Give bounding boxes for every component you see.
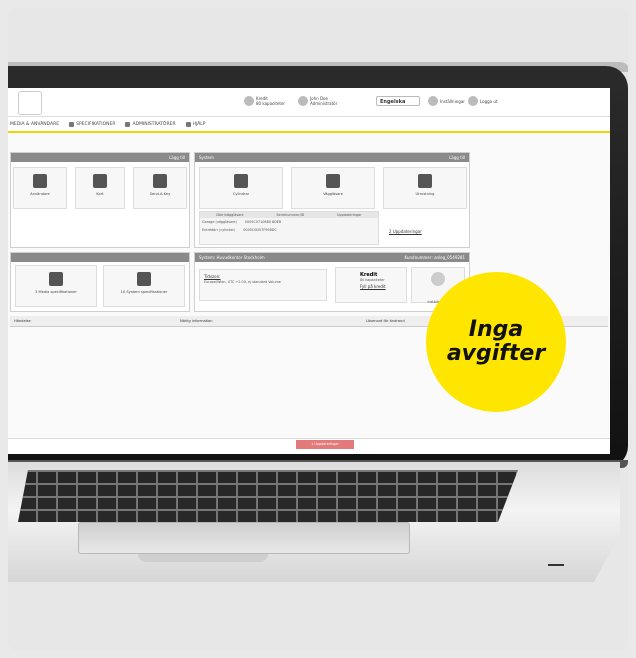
badge-line-2: avgifter (446, 341, 546, 366)
main-menu: MEDIA & ANVÄNDARE SPECIFIKATIONER ADMINI… (8, 117, 610, 133)
tile-system-specs[interactable]: 10 System specifikationer (103, 265, 185, 307)
system-panel-header: System Lägg till (195, 153, 469, 162)
media-panel: Lägg till Användare Kort Send-A-Key (10, 152, 190, 248)
timezone-link[interactable]: Tidszon: (204, 274, 322, 279)
help-icon (185, 121, 191, 127)
trackpad (78, 522, 410, 554)
menu-media-users[interactable]: MEDIA & ANVÄNDARE (10, 122, 59, 127)
wall-reader-icon (326, 174, 340, 188)
credit-box: Kredit 80 kapaciteter Fyll på kredit (335, 267, 407, 303)
app-logo (18, 91, 42, 115)
tile-cards[interactable]: Kort (75, 167, 125, 209)
phone-icon (49, 272, 63, 286)
document-icon (137, 272, 151, 286)
card-icon (93, 174, 107, 188)
key-icon (153, 174, 167, 188)
equipment-icon (418, 174, 432, 188)
updates-link[interactable]: 2 Uppdateringar (389, 229, 422, 234)
logout-icon (468, 96, 478, 106)
lid-notch (138, 554, 268, 562)
timezone-box: Tidszon: Europe/Wien, UTC +2.00, ej stan… (199, 269, 327, 301)
system-add-button[interactable]: Lägg till (449, 153, 465, 162)
no-fees-badge: Inga avgifter (426, 272, 566, 412)
settings-link[interactable]: Inställningar (428, 96, 465, 106)
admin-icon (125, 121, 131, 127)
tile-users[interactable]: Användare (13, 167, 67, 209)
tile-media-specs[interactable]: 3 Media specifikationer (15, 265, 97, 307)
tile-cylinders[interactable]: Cylindrar (199, 167, 283, 209)
spec-panel: 3 Media specifikationer 10 System specif… (10, 252, 190, 312)
credit-sub: 80 kapaciteter (256, 101, 286, 106)
menu-specifications[interactable]: SPECIFIKATIONER (69, 121, 115, 127)
tile-equipment[interactable]: Utrustning (383, 167, 467, 209)
system-panel: System Lägg till Cylindrar Väggläsare Utr… (194, 152, 470, 248)
table-row[interactable]: Entrédörr (cylinder) 0005C0D57F998DC (200, 226, 378, 234)
user-icon (298, 96, 308, 106)
updates-button[interactable]: 1 Uppdateringar (296, 440, 354, 449)
tile-send-a-key[interactable]: Send-A-Key (133, 167, 187, 209)
status-led (548, 564, 564, 566)
badge-line-1: Inga (468, 317, 524, 342)
spec-panel-header (11, 253, 189, 262)
logout-link[interactable]: Logga ut (468, 96, 498, 106)
timezone-value: Europe/Wien, UTC +2.00, ej standard Volu… (204, 280, 281, 284)
gear-icon (428, 96, 438, 106)
refill-credit-link[interactable]: Fyll på kredit (360, 284, 406, 289)
app-topbar: Kredit 80 kapaciteter John Doe Administr… (8, 88, 610, 117)
credit-icon (244, 96, 254, 106)
product-card: Kredit 80 kapaciteter John Doe Administr… (8, 8, 628, 650)
credit-indicator[interactable]: Kredit 80 kapaciteter (244, 96, 285, 106)
menu-help[interactable]: HJÄLP (185, 121, 206, 127)
keyboard-rows (18, 470, 518, 522)
gear-icon (431, 272, 445, 286)
system-info-panel: System: Huvudkontor Stockholm Kundnummer:… (194, 252, 470, 312)
media-panel-header: Lägg till (11, 153, 189, 162)
language-select[interactable]: Engelska (376, 96, 420, 106)
system-info-header: System: Huvudkontor Stockholm Kundnummer:… (195, 253, 469, 262)
media-add-button[interactable]: Lägg till (169, 153, 185, 162)
phone-icon (33, 174, 47, 188)
document-icon (69, 121, 75, 127)
user-role: Administratör (310, 101, 338, 106)
door-table: Dörr/väggläsare Serienummer/ID Uppdateri… (199, 211, 379, 245)
table-row[interactable]: Garage (väggläsare) 0005C0710680 8DEB (200, 218, 378, 226)
user-menu[interactable]: John Doe Administratör (298, 96, 337, 106)
cylinder-icon (234, 174, 248, 188)
tile-wall-readers[interactable]: Väggläsare (291, 167, 375, 209)
menu-administrators[interactable]: ADMINISTRATÖRER (125, 121, 176, 127)
